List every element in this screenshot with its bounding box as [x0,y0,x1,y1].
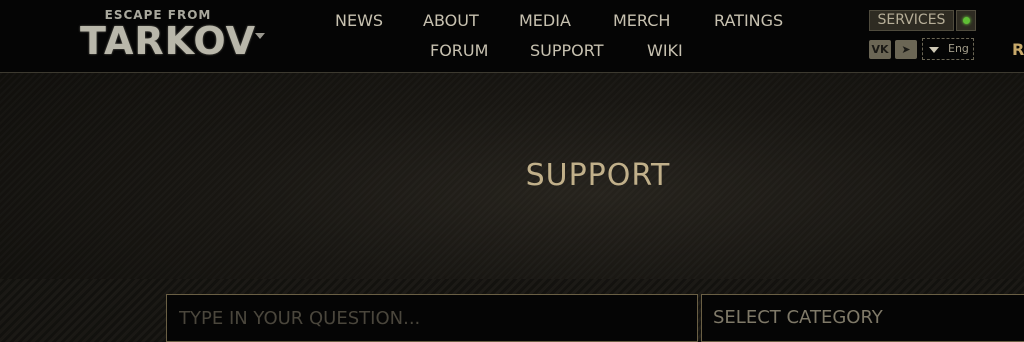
services-status [956,10,976,31]
nav-about[interactable]: ABOUT [423,11,479,31]
nav-ratings[interactable]: RATINGS [714,11,783,31]
vk-icon[interactable]: VK [869,40,891,59]
telegram-icon[interactable]: ➤ [895,40,917,59]
nav-news[interactable]: NEWS [335,11,383,31]
nav-forum[interactable]: FORUM [430,41,488,61]
nav-media[interactable]: MEDIA [519,11,571,31]
nav-wiki[interactable]: WIKI [647,41,683,61]
services-button[interactable]: SERVICES [869,10,976,31]
chevron-down-icon[interactable] [255,33,265,39]
services-label: SERVICES [869,10,954,31]
site-header: ESCAPE FROM TARKOV NEWS ABOUT MEDIA MERC… [0,0,1024,73]
page: ESCAPE FROM TARKOV NEWS ABOUT MEDIA MERC… [0,0,1024,342]
support-hero: SUPPORT SELECT CATEGORY [0,73,1024,342]
caret-down-icon [929,47,939,53]
category-select-label: SELECT CATEGORY [713,307,883,328]
search-input[interactable] [167,295,697,341]
status-dot-icon [963,17,970,24]
category-select[interactable]: SELECT CATEGORY [701,294,1024,342]
logo-line2: TARKOV [80,19,257,63]
language-label: Eng [948,42,969,55]
language-selector[interactable]: Eng [922,38,974,60]
nav-support[interactable]: SUPPORT [530,41,603,61]
nav-merch[interactable]: MERCH [613,11,670,31]
escape-from-tarkov-logo[interactable]: ESCAPE FROM TARKOV [80,8,257,66]
header-edge-link[interactable]: R [1012,40,1024,60]
search-field[interactable] [166,294,698,342]
page-title: SUPPORT [525,158,671,193]
